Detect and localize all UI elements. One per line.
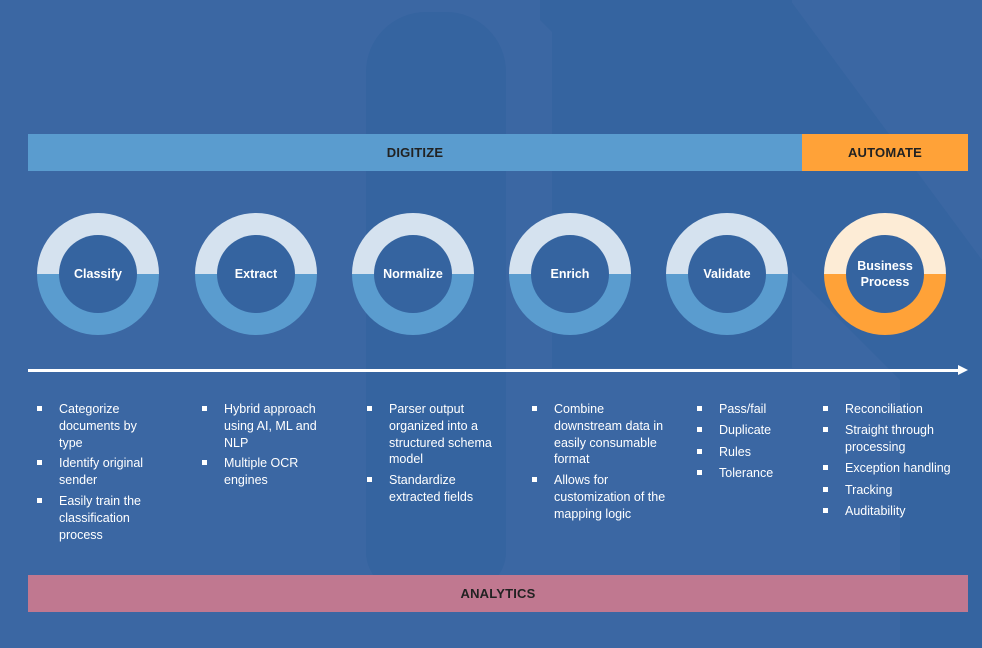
bullet-text: Tolerance (719, 465, 774, 480)
enrich-bullets: Combine downstream data in easily consum… (532, 401, 667, 527)
automate-band: AUTOMATE (802, 134, 968, 171)
step-label: Classify (59, 235, 137, 313)
step-normalize: Normalize (352, 213, 474, 335)
list-item: Allows for customization of the mapping … (532, 472, 667, 522)
arrow-right-icon (958, 365, 968, 375)
list-item: Easily train the classification process (37, 493, 152, 543)
bullet-icon (697, 469, 702, 475)
bullet-text: Identify original sender (59, 456, 144, 488)
bullet-text: Exception handling (845, 461, 951, 476)
bullet-text: Easily train the classification process (59, 493, 141, 542)
bullet-text: Allows for customization of the mapping … (554, 473, 666, 521)
list-item: Tolerance (697, 465, 797, 482)
list-item: Reconciliation (823, 401, 963, 418)
bullet-icon (367, 406, 372, 411)
step-business-process: Business Process (824, 213, 946, 335)
classify-bullets: Categorize documents by type Identify or… (37, 401, 152, 547)
step-label: Normalize (374, 235, 452, 313)
list-item: Identify original sender (37, 455, 152, 489)
bullet-icon (823, 465, 828, 471)
bullet-text: Combine downstream data in easily consum… (554, 402, 664, 467)
bullet-text: Categorize documents by type (59, 402, 137, 450)
bullet-icon (37, 460, 42, 466)
bullet-text: Standardize extracted fields (389, 473, 474, 504)
list-item: Tracking (823, 482, 963, 499)
bullet-icon (37, 497, 42, 503)
step-enrich: Enrich (509, 213, 631, 335)
bullet-icon (532, 406, 537, 411)
bullet-icon (202, 406, 207, 411)
list-item: Standardize extracted fields (367, 472, 497, 506)
list-item: Parser output organized into a structure… (367, 401, 497, 468)
bullet-icon (823, 406, 828, 411)
bullet-text: Multiple OCR engines (224, 456, 299, 488)
bullet-icon (37, 406, 42, 411)
list-item: Auditability (823, 503, 963, 520)
timeline-arrow-line (28, 369, 960, 372)
list-item: Pass/fail (697, 401, 797, 418)
bullet-text: Tracking (845, 482, 893, 497)
bullet-text: Reconciliation (845, 402, 923, 416)
list-item: Duplicate (697, 422, 797, 439)
bullet-text: Auditability (845, 503, 906, 518)
list-item: Straight through processing (823, 422, 963, 456)
digitize-band: DIGITIZE (28, 134, 802, 171)
step-classify: Classify (37, 213, 159, 335)
list-item: Categorize documents by type (37, 401, 152, 451)
bullet-icon (823, 486, 828, 492)
bullet-icon (697, 406, 702, 411)
bullet-icon (532, 477, 537, 483)
business-process-bullets: Reconciliation Straight through processi… (823, 401, 963, 524)
bullet-icon (823, 507, 828, 513)
list-item: Multiple OCR engines (202, 455, 332, 489)
list-item: Hybrid approach using AI, ML and NLP (202, 401, 332, 451)
step-validate: Validate (666, 213, 788, 335)
bullet-icon (202, 460, 207, 466)
bullet-text: Duplicate (719, 423, 772, 438)
bullet-icon (367, 477, 372, 483)
list-item: Combine downstream data in easily consum… (532, 401, 667, 468)
bullet-text: Straight through processing (845, 423, 934, 455)
bullet-icon (697, 427, 702, 433)
bullet-text: Rules (719, 444, 751, 459)
normalize-bullets: Parser output organized into a structure… (367, 401, 497, 510)
step-label: Enrich (531, 235, 609, 313)
step-label: Business Process (846, 235, 924, 313)
bullet-icon (823, 427, 828, 433)
list-item: Rules (697, 444, 797, 461)
step-label: Validate (688, 235, 766, 313)
extract-bullets: Hybrid approach using AI, ML and NLP Mul… (202, 401, 332, 493)
bullet-text: Hybrid approach using AI, ML and NLP (224, 402, 317, 450)
bullet-icon (697, 448, 702, 454)
bullet-text: Parser output organized into a structure… (389, 402, 492, 467)
list-item: Exception handling (823, 460, 963, 477)
step-label: Extract (217, 235, 295, 313)
validate-bullets: Pass/fail Duplicate Rules Tolerance (697, 401, 797, 486)
analytics-band: ANALYTICS (28, 575, 968, 612)
bullet-text: Pass/fail (719, 402, 767, 416)
step-extract: Extract (195, 213, 317, 335)
